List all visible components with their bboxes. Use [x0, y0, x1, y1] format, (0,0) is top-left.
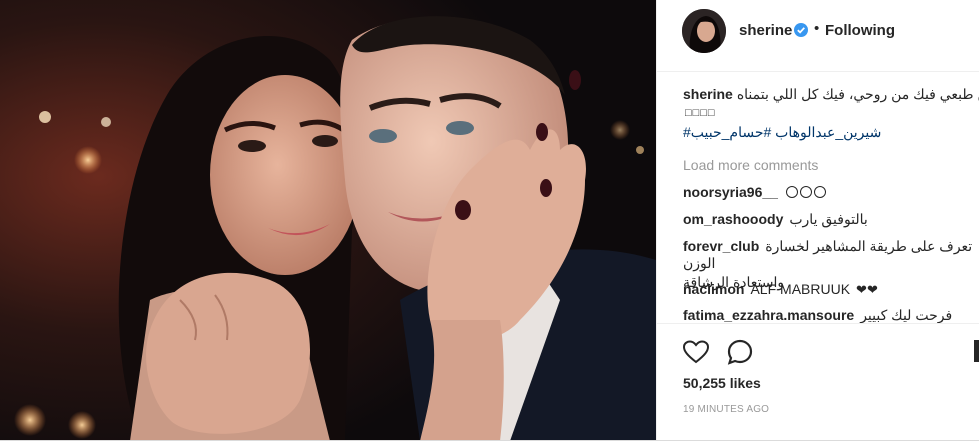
comment-text: بالتوفيق يارب	[789, 211, 868, 227]
face-emoji-icon	[799, 186, 812, 198]
avatar-image	[682, 9, 726, 53]
post-details-panel: sherine • Following sherineفيك من طبعي ف…	[656, 0, 979, 441]
comment-text: ALF MABRUUK	[750, 281, 851, 297]
comment-item: om_rashooody بالتوفيق يارب	[683, 211, 868, 228]
comment-username[interactable]: fatima_ezzahra.mansoure	[683, 307, 854, 323]
caption-hashtags[interactable]: #شيرين_عبدالوهاب #حسام_حبيب	[683, 124, 881, 141]
post-photo[interactable]	[0, 0, 656, 441]
comment-item: fatima_ezzahra.mansoure فرحت ليك كبيير	[683, 307, 952, 324]
comment-username[interactable]: naciimon	[683, 281, 744, 297]
comment-username[interactable]: forevr_club	[683, 238, 759, 254]
comment-bubble-icon[interactable]	[727, 339, 753, 365]
caption-username[interactable]: sherine	[683, 86, 733, 102]
following-button[interactable]: Following	[825, 22, 895, 39]
heart-icon[interactable]	[683, 340, 709, 364]
header-separator: •	[814, 20, 820, 37]
caption: sherineفيك من طبعي فيك من روحي، فيك كل ا…	[683, 86, 979, 103]
post-header: sherine • Following	[657, 0, 979, 72]
comment-item: naciimon ALF MABRUUK ❤❤	[683, 281, 878, 298]
comment-username[interactable]: om_rashooody	[683, 211, 783, 227]
verified-badge-icon	[794, 23, 808, 37]
comment-item: noorsyria96__	[683, 184, 826, 200]
post-author-username[interactable]: sherine	[739, 22, 792, 39]
post-actions	[657, 323, 979, 383]
face-emoji-icon	[813, 186, 826, 198]
post-photo-illustration	[0, 0, 656, 441]
load-more-comments-link[interactable]: Load more comments	[683, 157, 818, 173]
like-count[interactable]: 50,255 likes	[683, 375, 761, 391]
face-emoji-icon	[785, 186, 798, 198]
black-heart-icon: ❤❤	[856, 282, 878, 297]
caption-glyphs: □□□□	[685, 107, 716, 119]
bookmark-icon[interactable]	[974, 340, 979, 362]
comment-text: فرحت ليك كبيير	[860, 307, 953, 323]
avatar[interactable]	[682, 9, 726, 53]
caption-text: فيك من طبعي فيك من روحي، فيك كل اللي بتم…	[736, 86, 979, 102]
comment-username[interactable]: noorsyria96__	[683, 184, 778, 200]
post-timestamp: 19 MINUTES AGO	[683, 404, 770, 415]
